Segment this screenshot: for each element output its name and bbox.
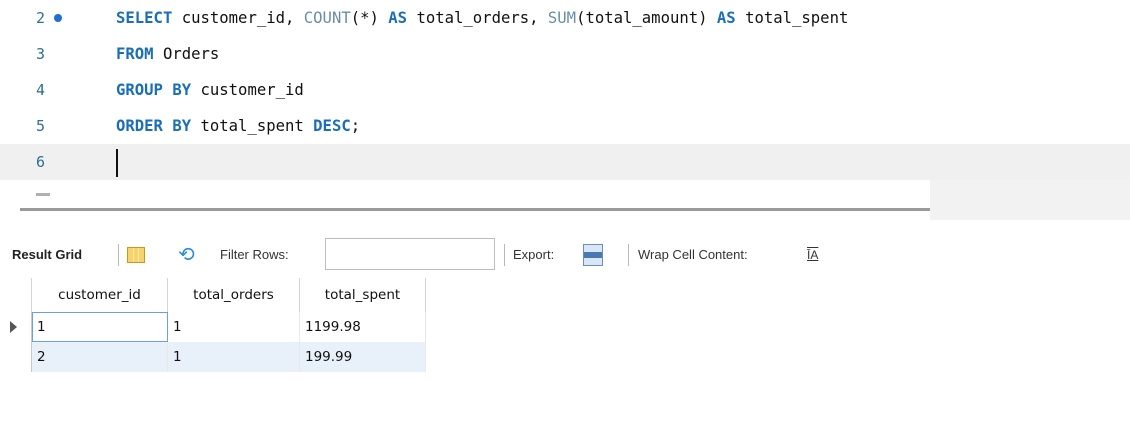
code-line-4[interactable]: 4 GROUP BY customer_id	[0, 72, 1130, 108]
table-cell[interactable]: 1	[168, 312, 300, 342]
sql-text: total_spent	[191, 117, 314, 135]
export-icon[interactable]	[583, 244, 603, 266]
sql-text: total_orders,	[407, 9, 548, 27]
code-text: ORDER BY total_spent DESC;	[116, 108, 360, 144]
table-row[interactable]: 1 1 1199.98	[0, 312, 430, 342]
sql-keyword: AS	[388, 9, 408, 27]
row-indicator[interactable]	[0, 312, 32, 342]
code-line-3[interactable]: 3 FROM Orders	[0, 36, 1130, 72]
wrap-text-icon[interactable]: ĪA	[807, 236, 818, 274]
code-line-5[interactable]: 5 ORDER BY total_spent DESC;	[0, 108, 1130, 144]
sql-text: total_spent	[735, 9, 849, 27]
line-number: 3	[36, 45, 46, 63]
grid-header-row: customer_id total_orders total_spent	[0, 278, 430, 312]
sql-keyword: DESC	[313, 117, 351, 135]
line-number: 2	[36, 9, 46, 27]
code-text: FROM Orders	[116, 36, 219, 72]
toolbar-divider	[628, 244, 629, 266]
table-row[interactable]: 2 1 199.99	[0, 342, 430, 372]
sql-keyword: SELECT	[116, 9, 173, 27]
next-line-number-peek	[36, 193, 50, 196]
column-header[interactable]: total_orders	[168, 278, 300, 312]
sql-keyword: GROUP BY	[116, 81, 192, 99]
horizontal-scrollbar[interactable]	[20, 208, 930, 211]
sql-editor[interactable]: 2 SELECT customer_id, COUNT(*) AS total_…	[0, 0, 1130, 200]
column-header[interactable]: customer_id	[32, 278, 168, 312]
sql-text: (total_amount)	[576, 9, 717, 27]
sql-keyword: FROM	[116, 45, 154, 63]
sql-text: ;	[350, 117, 361, 135]
sql-keyword: ORDER BY	[116, 117, 192, 135]
result-toolbar: Result Grid ⟲ Filter Rows: Export: Wrap …	[0, 236, 1130, 274]
line-number: 6	[36, 153, 46, 171]
sql-text: customer_id,	[172, 9, 304, 27]
wrap-cell-content-label: Wrap Cell Content:	[638, 247, 748, 262]
sql-text: customer_id	[191, 81, 304, 99]
sql-text: (*)	[350, 9, 389, 27]
refresh-icon[interactable]: ⟲	[178, 244, 195, 266]
table-cell[interactable]: 1	[168, 342, 300, 372]
toolbar-divider	[504, 244, 505, 266]
result-grid-label[interactable]: Result Grid	[12, 236, 82, 274]
export-label: Export:	[513, 247, 555, 262]
execution-marker-icon	[54, 14, 62, 22]
code-text: GROUP BY customer_id	[116, 72, 304, 108]
grid-view-icon[interactable]	[127, 247, 145, 263]
code-text: SELECT customer_id, COUNT(*) AS total_or…	[116, 0, 848, 36]
table-cell[interactable]: 2	[32, 342, 168, 372]
table-cell[interactable]: 1199.98	[300, 312, 426, 342]
column-header[interactable]: total_spent	[300, 278, 426, 312]
code-line-6[interactable]: 6	[0, 144, 1130, 180]
toolbar-divider	[118, 244, 119, 266]
table-cell[interactable]: 1	[32, 312, 168, 342]
code-line-2[interactable]: 2 SELECT customer_id, COUNT(*) AS total_…	[0, 0, 1130, 36]
sql-function: COUNT	[303, 9, 351, 27]
table-cell[interactable]: 199.99	[300, 342, 426, 372]
editor-scroll-area	[930, 180, 1130, 220]
current-row-arrow-icon	[10, 321, 17, 333]
row-indicator-header	[0, 278, 32, 312]
sql-text: Orders	[153, 45, 220, 63]
filter-rows-input[interactable]	[325, 238, 495, 270]
text-caret	[116, 149, 118, 177]
row-indicator[interactable]	[0, 342, 32, 372]
sql-keyword: AS	[716, 9, 736, 27]
line-number: 4	[36, 81, 46, 99]
line-number: 5	[36, 117, 46, 135]
sql-function: SUM	[547, 9, 577, 27]
filter-rows-label: Filter Rows:	[220, 247, 289, 262]
